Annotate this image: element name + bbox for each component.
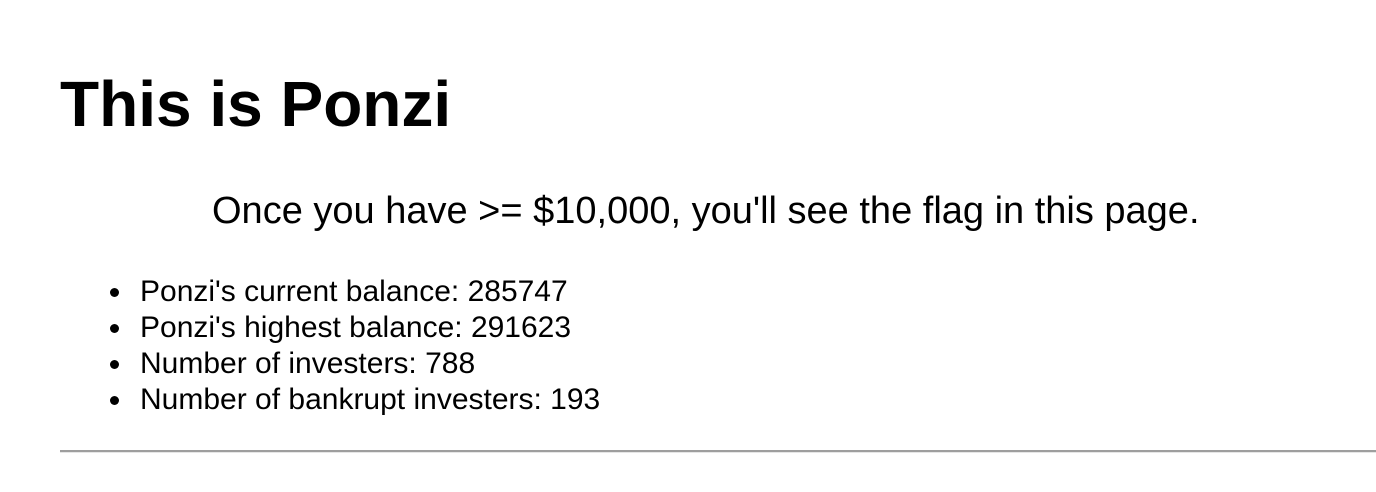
bullet-icon	[110, 396, 119, 405]
stat-current-balance: Ponzi's current balance: 285747	[110, 274, 600, 310]
stat-highest-balance: Ponzi's highest balance: 291623	[110, 310, 600, 346]
page-title: This is Ponzi	[60, 68, 452, 140]
stat-investor-count: Number of investers: 788	[110, 346, 600, 382]
stat-investor-count-text: Number of investers: 788	[140, 347, 476, 380]
stat-current-balance-text: Ponzi's current balance: 285747	[140, 275, 568, 308]
bullet-icon	[110, 324, 119, 333]
stat-bankrupt-count-text: Number of bankrupt investers: 193	[140, 383, 601, 416]
stat-bankrupt-count: Number of bankrupt investers: 193	[110, 382, 601, 418]
horizontal-divider	[60, 450, 1376, 453]
bullet-icon	[110, 288, 119, 297]
stat-highest-balance-text: Ponzi's highest balance: 291623	[140, 311, 572, 344]
intro-text: Once you have >= $10,000, you'll see the…	[212, 190, 1200, 232]
bullet-icon	[110, 360, 119, 369]
stats-list: Ponzi's current balance: 285747 Ponzi's …	[110, 274, 601, 418]
